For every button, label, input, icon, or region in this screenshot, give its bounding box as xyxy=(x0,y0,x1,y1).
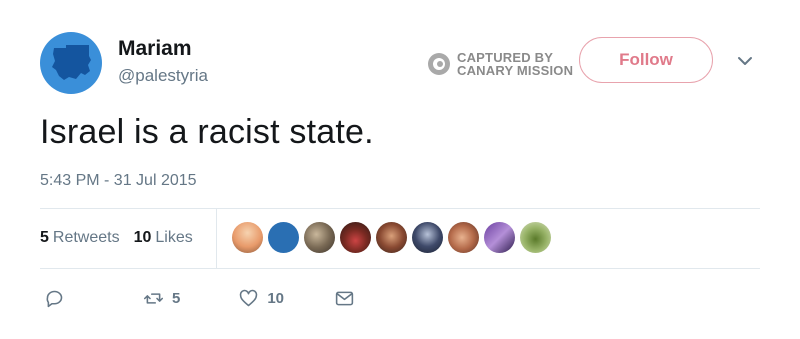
direct-message-button[interactable] xyxy=(334,288,355,309)
liker-avatar[interactable] xyxy=(520,222,551,253)
canary-mission-watermark: CAPTURED BY CANARY MISSION xyxy=(428,51,573,77)
stats-top-divider xyxy=(40,208,760,209)
follow-button[interactable]: Follow xyxy=(579,37,713,83)
tweet-timestamp[interactable]: 5:43 PM - 31 Jul 2015 xyxy=(40,172,197,190)
retweet-count: 5 xyxy=(172,290,181,307)
user-avatar[interactable] xyxy=(40,32,102,94)
retweets-label: Retweets xyxy=(52,229,120,246)
tweet-stats: 5 Retweets 10 Likes xyxy=(40,229,193,247)
watermark-text: CAPTURED BY CANARY MISSION xyxy=(457,51,573,77)
likes-count: 10 xyxy=(133,229,152,246)
reply-icon xyxy=(46,290,63,308)
stats-vertical-divider xyxy=(216,208,217,268)
retweets-stat[interactable]: 5 Retweets xyxy=(40,229,120,247)
likes-label: Likes xyxy=(155,229,193,246)
like-count: 10 xyxy=(267,290,285,307)
liker-avatar[interactable] xyxy=(484,222,515,253)
tweet-text: Israel is a racist state. xyxy=(40,113,374,151)
liker-avatar[interactable] xyxy=(448,222,479,253)
chevron-down-icon[interactable] xyxy=(736,54,754,68)
likes-stat[interactable]: 10 Likes xyxy=(134,229,193,247)
envelope-icon xyxy=(335,291,354,306)
liker-avatar[interactable] xyxy=(412,222,443,253)
actions-top-divider xyxy=(40,268,760,269)
liker-avatar[interactable] xyxy=(376,222,407,253)
reply-button[interactable] xyxy=(44,288,65,309)
like-button[interactable]: 10 xyxy=(238,288,284,309)
heart-icon xyxy=(240,289,258,307)
liker-avatar[interactable] xyxy=(340,222,371,253)
user-handle[interactable]: @palestyria xyxy=(118,66,208,86)
user-display-name[interactable]: Mariam xyxy=(118,37,192,61)
watermark-line2: CANARY MISSION xyxy=(457,63,574,78)
retweet-button[interactable]: 5 xyxy=(143,288,180,309)
canary-logo-icon xyxy=(428,53,450,75)
retweet-icon xyxy=(143,293,164,304)
retweets-count: 5 xyxy=(40,229,49,246)
tweet-actions: 5 10 xyxy=(44,288,355,309)
liker-avatar[interactable] xyxy=(304,222,335,253)
liker-avatar[interactable] xyxy=(232,222,263,253)
sudan-map-icon xyxy=(52,45,91,80)
liker-avatar[interactable] xyxy=(268,222,299,253)
likers-avatars xyxy=(232,222,551,253)
